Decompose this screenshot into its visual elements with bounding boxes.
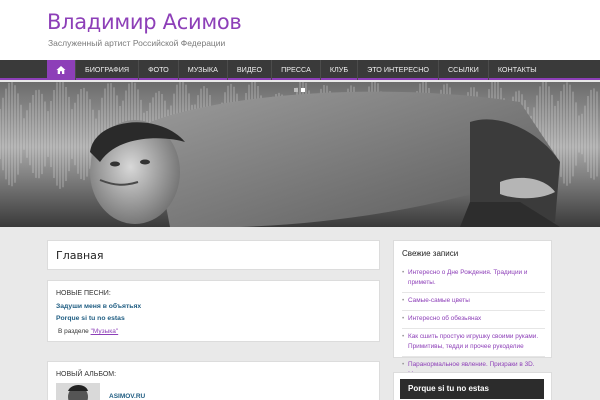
hero-image (0, 82, 600, 227)
recent-post-item[interactable]: • Интересно о Дне Рождения. Традиции и пр… (402, 265, 545, 292)
recent-post-item[interactable]: • Самые-самые цветы (402, 292, 545, 310)
site-header: Владимир Асимов Заслуженный артист Росси… (0, 0, 600, 60)
video-widget: Porque si tu no estas (393, 372, 552, 400)
recent-post-item[interactable]: • Интересно об обезьянах (402, 310, 545, 328)
album-site-label[interactable]: ASIMOV.RU (109, 393, 145, 400)
new-songs-heading: НОВЫЕ ПЕСНИ: (56, 290, 111, 297)
nav-home-button[interactable] (47, 60, 75, 80)
nav-item-contacts[interactable]: КОНТАКТЫ (487, 60, 546, 80)
nav-item-photo[interactable]: ФОТО (138, 60, 178, 80)
recent-posts-title: Свежие записи (402, 249, 459, 258)
album-cover-image[interactable] (56, 383, 100, 400)
nav-menu: БИОГРАФИЯ ФОТО МУЗЫКА ВИДЕО ПРЕССА КЛУБ … (47, 60, 546, 80)
recent-posts-list: • Интересно о Дне Рождения. Традиции и пр… (402, 265, 545, 384)
site-title[interactable]: Владимир Асимов (47, 10, 242, 34)
video-player[interactable]: Porque si tu no estas (400, 379, 544, 399)
new-songs-panel: НОВЫЕ ПЕСНИ: Задуши меня в объятьях Porq… (47, 280, 380, 342)
nav-item-music[interactable]: МУЗЫКА (177, 60, 227, 80)
page-title: Главная (56, 249, 104, 262)
slider-pagination (294, 88, 305, 92)
new-album-panel: НОВЫЙ АЛЬБОМ: ASIMOV.RU (47, 361, 380, 400)
slider-dot-1[interactable] (294, 88, 298, 92)
recent-post-item[interactable]: • Как сшить простую игрушку своими руками… (402, 328, 545, 356)
nav-item-press[interactable]: ПРЕССА (271, 60, 320, 80)
recent-post-link[interactable]: Как сшить простую игрушку своими руками.… (408, 332, 545, 352)
nav-item-biography[interactable]: БИОГРАФИЯ (75, 60, 138, 80)
recent-posts-widget: Свежие записи • Интересно о Дне Рождения.… (393, 240, 552, 378)
recent-post-link[interactable]: Интересно об обезьянах (408, 314, 481, 324)
section-reference: В разделе "Музыка" (58, 328, 118, 335)
main-navigation: БИОГРАФИЯ ФОТО МУЗЫКА ВИДЕО ПРЕССА КЛУБ … (0, 60, 600, 80)
recent-post-link[interactable]: Интересно о Дне Рождения. Традиции и при… (408, 268, 545, 288)
new-album-heading: НОВЫЙ АЛЬБОМ: (56, 371, 117, 378)
site-description: Заслуженный артист Российской Федерации (48, 38, 226, 48)
nav-item-interesting[interactable]: ЭТО ИНТЕРЕСНО (357, 60, 438, 80)
section-prefix: В разделе (58, 328, 89, 335)
hero-slider[interactable] (0, 82, 600, 227)
home-icon (56, 66, 66, 74)
recent-post-link[interactable]: Самые-самые цветы (408, 296, 470, 306)
section-link-music[interactable]: "Музыка" (91, 328, 119, 335)
song-link-1[interactable]: Задуши меня в объятьях (56, 303, 141, 310)
page-title-panel: Главная (47, 240, 380, 270)
nav-item-video[interactable]: ВИДЕО (226, 60, 271, 80)
video-title[interactable]: Porque si tu no estas (408, 384, 489, 393)
nav-item-club[interactable]: КЛУБ (319, 60, 357, 80)
song-link-2[interactable]: Porque si tu no estas (56, 315, 125, 322)
nav-item-links[interactable]: ССЫЛКИ (437, 60, 488, 80)
slider-dot-2[interactable] (301, 88, 305, 92)
